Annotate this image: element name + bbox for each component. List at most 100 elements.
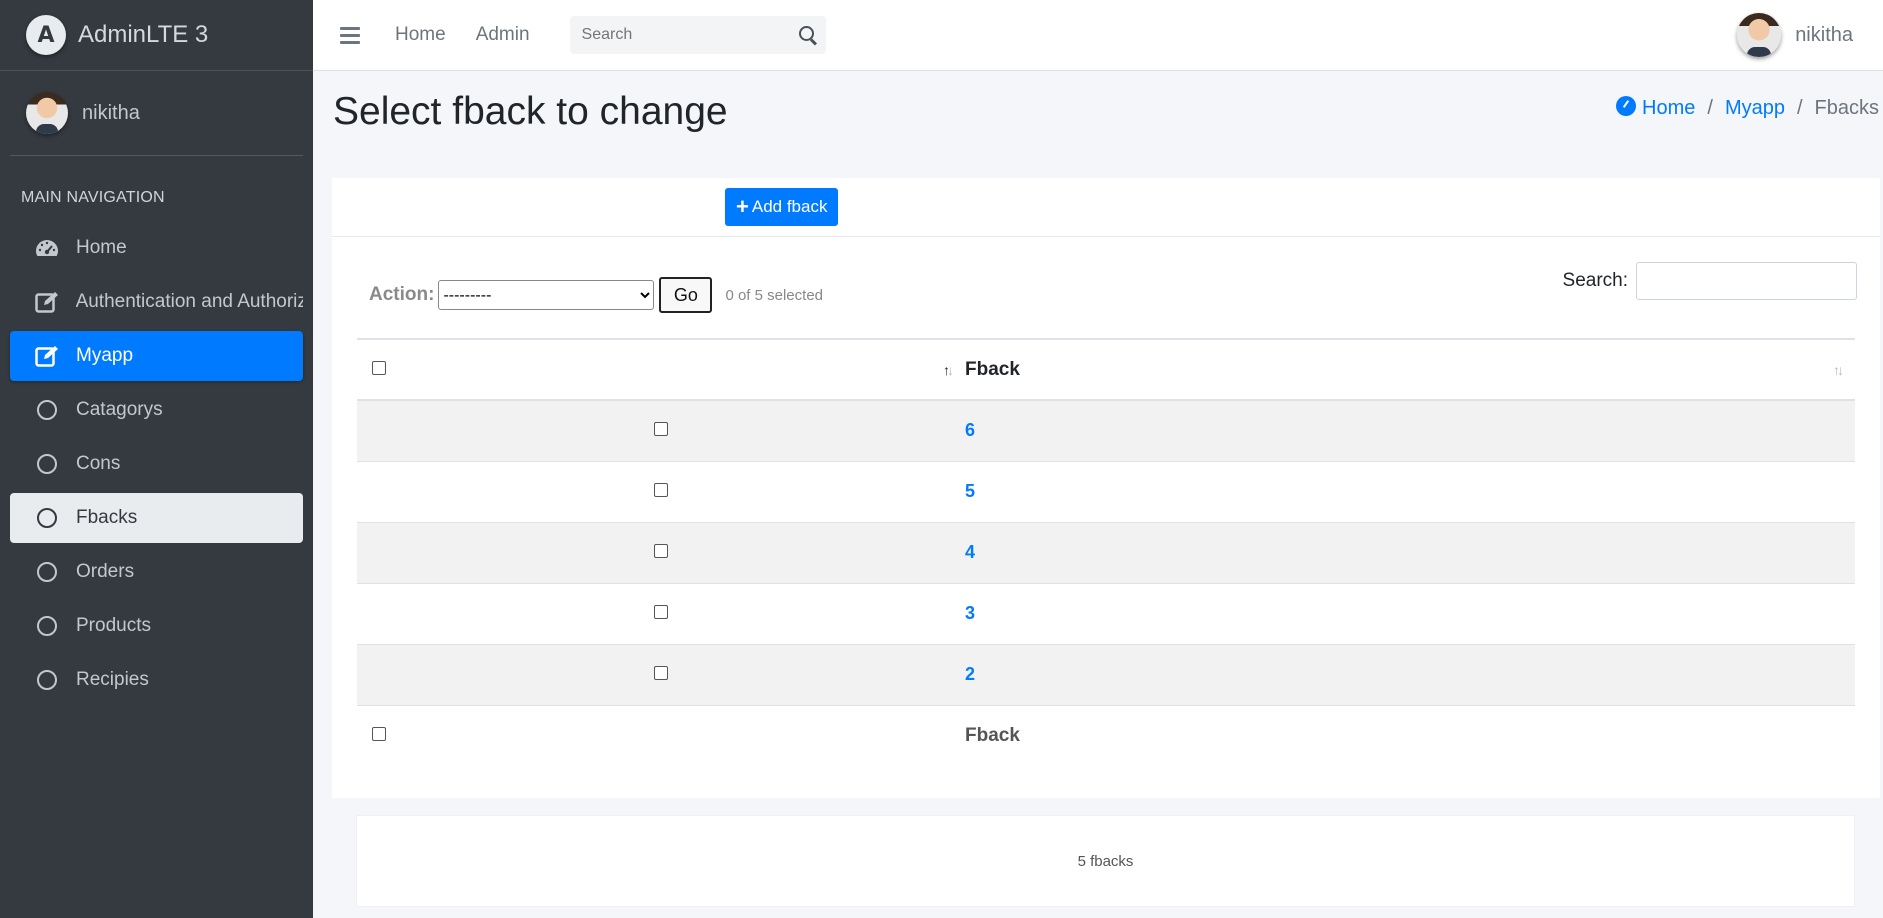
go-button[interactable]: Go (659, 277, 713, 313)
table-search: Search: (1563, 262, 1857, 300)
row-checkbox-cell (357, 400, 965, 462)
brand-text: AdminLTE 3 (78, 21, 209, 48)
tachometer-icon (1616, 96, 1637, 116)
page-title: Select fback to change (333, 90, 728, 133)
sort-icon[interactable]: ↑↓ (1833, 362, 1844, 378)
footer-select-all-cell (357, 705, 965, 766)
footer-select-all-checkbox[interactable] (372, 726, 386, 741)
breadcrumb-myapp[interactable]: Myapp (1725, 97, 1785, 120)
brand-link[interactable]: A AdminLTE 3 (0, 0, 313, 71)
row-link[interactable]: 2 (965, 664, 975, 684)
sidebar-item-products[interactable]: Products (10, 601, 303, 651)
row-checkbox[interactable] (654, 543, 668, 558)
breadcrumb: Home / Myapp / Fbacks (1616, 96, 1879, 120)
row-link[interactable]: 6 (965, 420, 975, 440)
sidebar-item-orders[interactable]: Orders (10, 547, 303, 597)
search-icon[interactable] (798, 25, 818, 45)
brand-logo-letter: A (37, 22, 55, 48)
changelist-card: + Add fback Action: --------- Go 0 of 5 … (332, 178, 1880, 798)
add-fback-button[interactable]: + Add fback (725, 188, 839, 226)
column-header-label: Fback (965, 358, 1020, 380)
row-link[interactable]: 4 (965, 542, 975, 562)
paginator: 5 fbacks (356, 815, 1855, 907)
row-checkbox[interactable] (654, 421, 668, 436)
tachometer-icon (34, 235, 60, 261)
breadcrumb-separator: / (1707, 96, 1713, 119)
sidebar-item-label: Recipies (76, 669, 149, 690)
plus-icon: + (736, 194, 749, 219)
sidebar-item-label: Home (76, 237, 127, 258)
sidebar-item-cons[interactable]: Cons (10, 439, 303, 489)
menu-toggle-icon[interactable] (340, 26, 360, 44)
sidebar-item-label: Cons (76, 453, 121, 474)
sidebar-item-myapp[interactable]: Myapp (10, 331, 303, 381)
user-name: nikitha (82, 101, 140, 124)
row-checkbox-cell (357, 522, 965, 584)
sidebar-item-home[interactable]: Home (10, 223, 303, 273)
action-select[interactable]: --------- (438, 280, 655, 310)
breadcrumb-separator: / (1796, 96, 1803, 119)
row-checkbox[interactable] (654, 665, 668, 680)
avatar (26, 92, 68, 134)
top-navbar: Home Admin nikitha (313, 0, 1883, 71)
sidebar-item-label: Fbacks (76, 507, 138, 528)
avatar (1737, 13, 1782, 57)
table-row: 6 (357, 400, 1855, 462)
table-row: 4 (357, 522, 1855, 584)
sidebar-item-label: Myapp (76, 345, 134, 366)
sort-icon[interactable]: ↑↓ (943, 362, 954, 378)
results-table: ↑↓ Fback ↑↓ 6 5 4 3 2 Fback (357, 338, 1855, 766)
sidebar-item-label: Orders (76, 561, 135, 582)
user-name: nikitha (1795, 23, 1853, 46)
circle-icon (34, 613, 60, 639)
breadcrumb-home[interactable]: Home (1616, 96, 1695, 120)
sidebar-item-recipies[interactable]: Recipies (10, 655, 303, 705)
circle-icon (34, 397, 60, 423)
select-all-cell: ↑↓ (357, 338, 965, 401)
selection-counter: 0 of 5 selected (725, 286, 824, 304)
table-search-label: Search: (1562, 270, 1628, 291)
table-row: 3 (357, 583, 1855, 645)
user-menu[interactable]: nikitha (1737, 13, 1853, 57)
sidebar-item-authentication[interactable]: Authentication and Authoriz (10, 277, 303, 327)
user-panel[interactable]: nikitha (10, 71, 303, 156)
circle-icon (34, 451, 60, 477)
sidebar-item-label: Catagorys (76, 399, 163, 420)
footer-column-label: Fback (965, 724, 1020, 746)
top-link-home[interactable]: Home (395, 24, 446, 46)
brand-logo: A (26, 15, 66, 55)
circle-icon (34, 667, 60, 693)
sidebar: A AdminLTE 3 nikitha MAIN NAVIGATION Hom… (0, 0, 313, 918)
nav-header: MAIN NAVIGATION (21, 189, 165, 206)
table-row: 5 (357, 461, 1855, 523)
table-row: 2 (357, 644, 1855, 706)
row-checkbox-cell (357, 583, 965, 645)
table-footer-row: Fback (357, 705, 1855, 766)
column-header-fback[interactable]: Fback ↑↓ (965, 338, 1855, 401)
edit-icon (34, 289, 60, 315)
sidebar-item-catagorys[interactable]: Catagorys (10, 385, 303, 435)
edit-icon (34, 343, 60, 369)
navbar-search (569, 16, 826, 54)
circle-icon (34, 505, 60, 531)
object-tools: + Add fback (332, 178, 1880, 237)
table-search-input[interactable] (1636, 262, 1857, 300)
row-checkbox-cell (357, 644, 965, 706)
row-checkbox[interactable] (654, 604, 668, 619)
sidebar-item-fbacks[interactable]: Fbacks (10, 493, 303, 543)
select-all-checkbox[interactable] (372, 360, 386, 375)
row-link[interactable]: 5 (965, 481, 975, 501)
circle-icon (34, 559, 60, 585)
breadcrumb-home-label: Home (1642, 97, 1696, 119)
row-checkbox[interactable] (654, 482, 668, 497)
row-link[interactable]: 3 (965, 603, 975, 623)
sidebar-item-label: Products (76, 615, 151, 636)
result-count: 5 fbacks (1077, 852, 1134, 870)
top-link-admin[interactable]: Admin (476, 24, 530, 46)
sidebar-item-label: Authentication and Authoriz (75, 291, 303, 312)
table-header-row: ↑↓ Fback ↑↓ (357, 338, 1855, 401)
row-checkbox-cell (357, 461, 965, 523)
action-label: Action: (369, 284, 435, 305)
actions-bar: Action: --------- Go 0 of 5 selected (369, 277, 823, 313)
search-input[interactable] (581, 26, 792, 44)
